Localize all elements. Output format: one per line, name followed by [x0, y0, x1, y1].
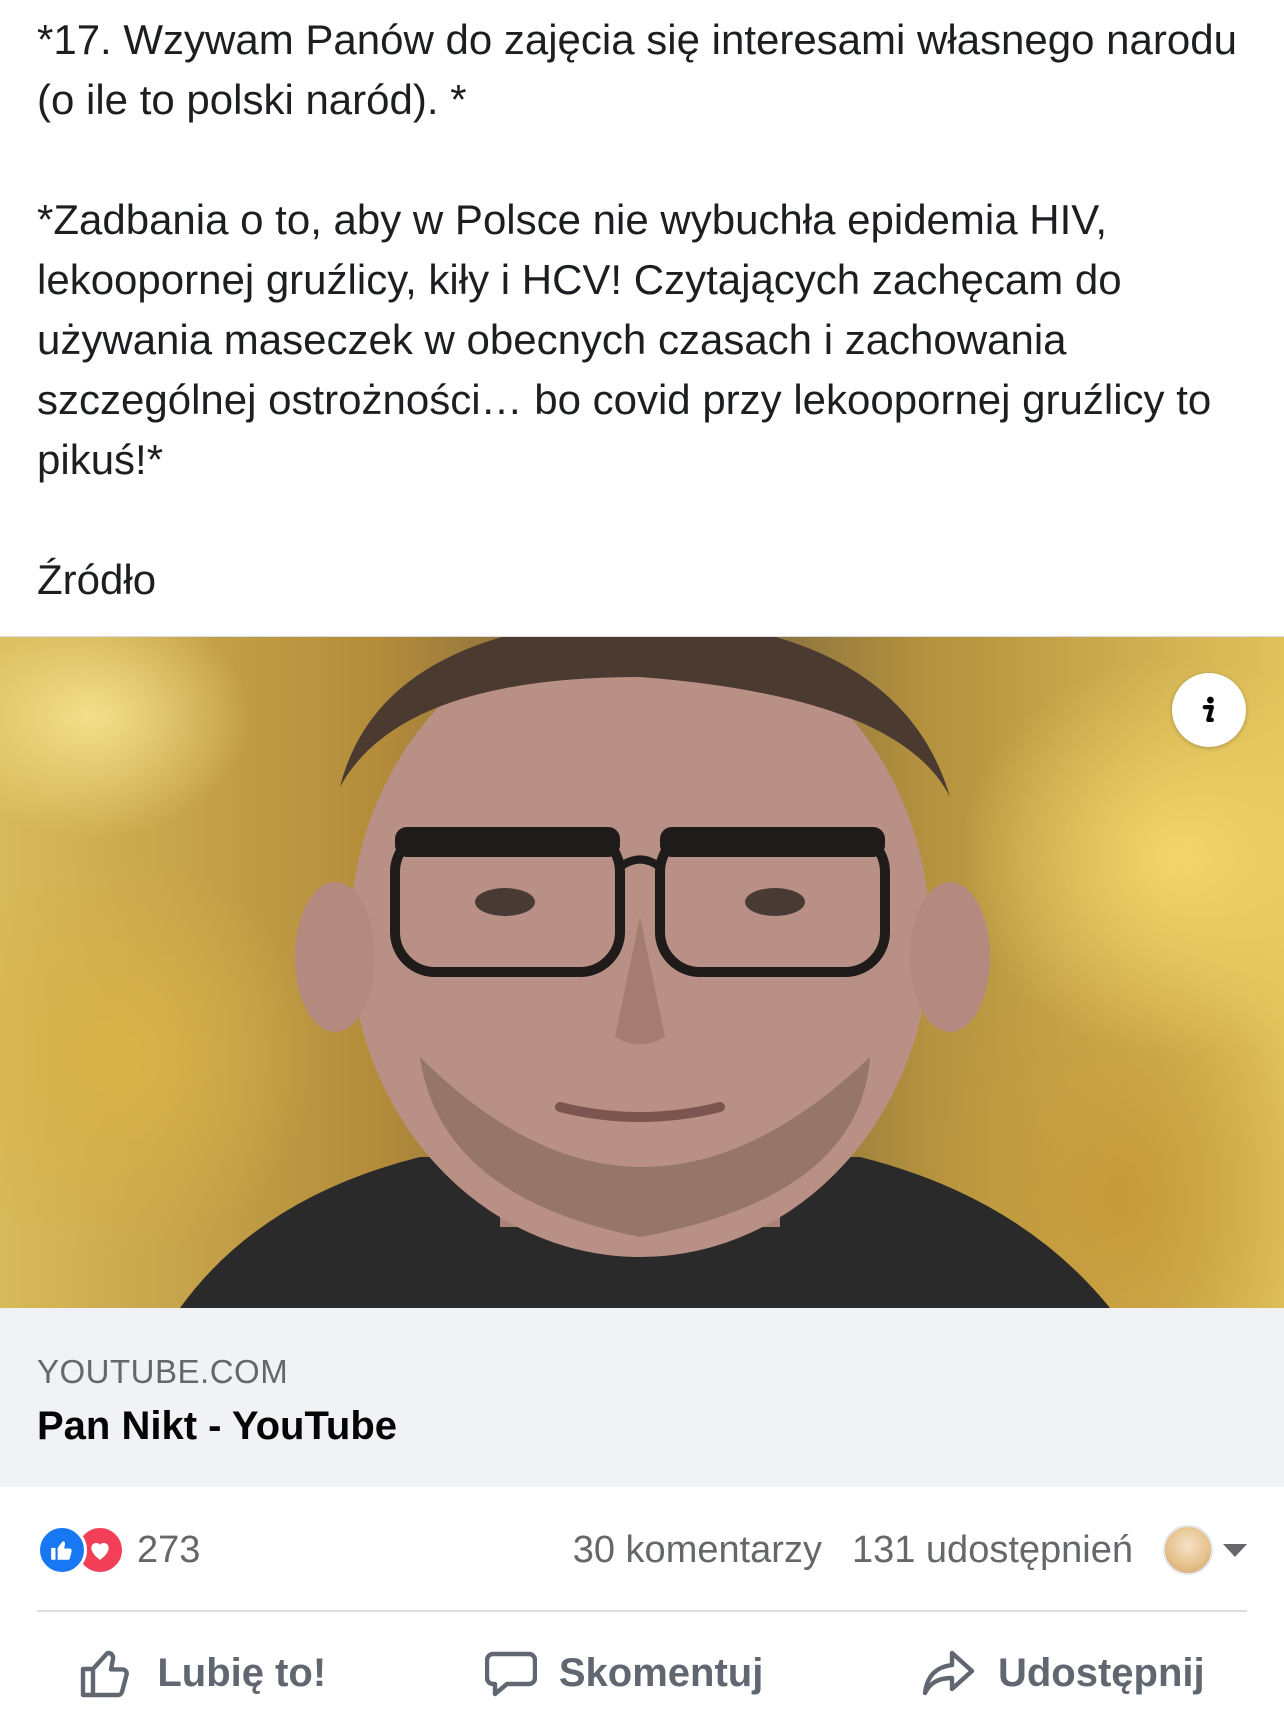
post-text: *17. Wzywam Panów do zajęcia się interes…	[37, 10, 1237, 610]
post-paragraph: *17. Wzywam Panów do zajęcia się interes…	[37, 16, 1249, 123]
avatar[interactable]	[1163, 1525, 1213, 1575]
divider	[37, 1610, 1247, 1612]
comment-button[interactable]: Skomentuj	[484, 1648, 764, 1698]
like-label: Lubię to!	[157, 1650, 327, 1695]
link-preview-card[interactable]: YOUTUBE.COM Pan Nikt - YouTube	[0, 636, 1284, 1487]
reactions-summary[interactable]: 273	[37, 1525, 200, 1575]
link-title[interactable]: Pan Nikt - YouTube	[37, 1402, 1247, 1450]
chevron-down-icon[interactable]	[1223, 1543, 1247, 1557]
shares-count[interactable]: 131 udostępnień	[852, 1529, 1133, 1572]
post-actions: Lubię to! Skomentuj Udostępnij	[0, 1640, 1284, 1706]
info-button[interactable]	[1172, 673, 1246, 747]
link-meta[interactable]: YOUTUBE.COM Pan Nikt - YouTube	[0, 1308, 1284, 1487]
like-icon	[37, 1525, 87, 1575]
share-button[interactable]: Udostępnij	[922, 1649, 1205, 1697]
source-label: Źródło	[37, 556, 157, 603]
comment-label: Skomentuj	[558, 1650, 764, 1695]
link-thumbnail[interactable]	[0, 637, 1284, 1308]
link-domain: YOUTUBE.COM	[37, 1353, 289, 1390]
like-button[interactable]: Lubię to!	[79, 1647, 326, 1699]
reaction-count: 273	[137, 1528, 201, 1571]
post-stats: 273 30 komentarzy 131 udostępnień	[37, 1515, 1247, 1585]
info-icon	[1202, 696, 1214, 723]
post-paragraph: *Zadbania o to, aby w Polsce nie wybuchł…	[37, 196, 1223, 483]
share-icon	[922, 1650, 975, 1696]
thumbnail-portrait	[180, 637, 1110, 1308]
share-label: Udostępnij	[997, 1650, 1205, 1695]
thumbs-up-icon	[81, 1650, 130, 1698]
comment-icon	[484, 1651, 537, 1697]
comments-count[interactable]: 30 komentarzy	[573, 1529, 822, 1572]
